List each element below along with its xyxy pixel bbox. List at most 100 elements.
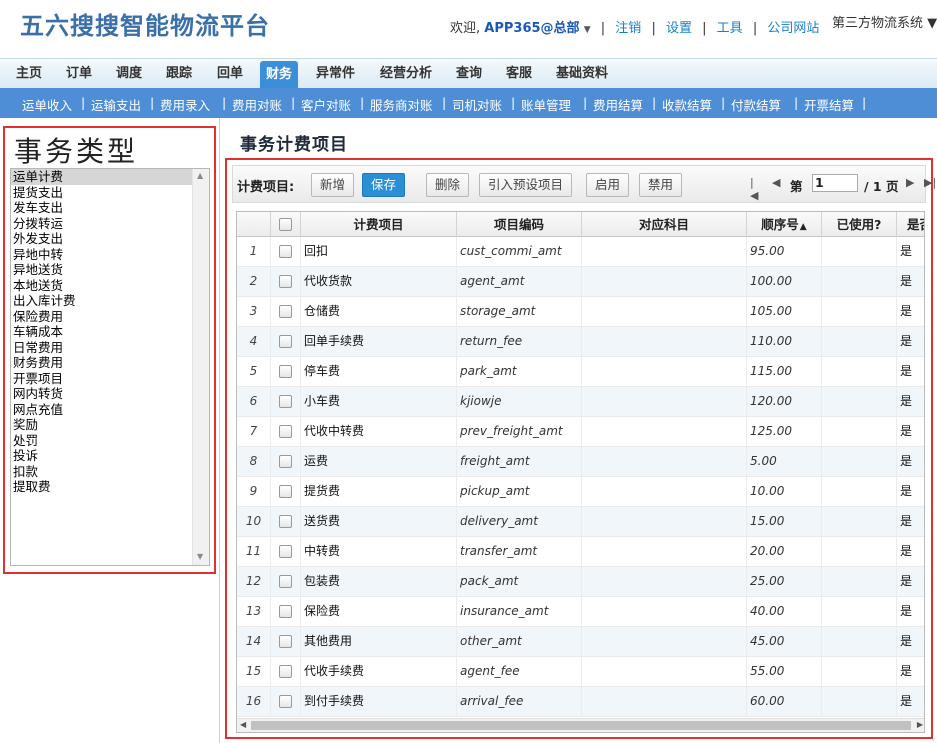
cell-enabled[interactable]: 是 xyxy=(897,567,924,597)
cell-item-code[interactable]: park_amt xyxy=(457,357,582,387)
prev-page-icon[interactable]: ◀ xyxy=(772,176,780,189)
cell-item-code[interactable]: pack_amt xyxy=(457,567,582,597)
cell-billing-item[interactable]: 停车费 xyxy=(301,357,457,387)
cell-account[interactable] xyxy=(582,627,747,657)
list-item[interactable]: 提取费 xyxy=(11,479,209,495)
nav-item[interactable]: 主页 xyxy=(16,59,42,89)
table-row[interactable]: 8 运费 freight_amt 5.00 是 xyxy=(237,447,924,477)
list-item[interactable]: 开票项目 xyxy=(11,371,209,387)
scroll-right-icon[interactable]: ▶ xyxy=(917,720,923,729)
cell-account[interactable] xyxy=(582,597,747,627)
scroll-left-icon[interactable]: ◀ xyxy=(240,720,246,729)
cell-order[interactable]: 45.00 xyxy=(747,627,822,657)
row-select[interactable] xyxy=(271,267,301,297)
delete-button[interactable]: 删除 xyxy=(426,173,470,197)
subnav-item[interactable]: 运输支出 xyxy=(91,95,141,114)
row-checkbox[interactable] xyxy=(279,695,292,708)
header-enabled[interactable]: 是否 xyxy=(897,212,924,237)
nav-item[interactable]: 跟踪 xyxy=(166,59,192,89)
table-row[interactable]: 3 仓储费 storage_amt 105.00 是 xyxy=(237,297,924,327)
header-account[interactable]: 对应科目 xyxy=(582,212,747,237)
cell-billing-item[interactable]: 其他费用 xyxy=(301,627,457,657)
cell-order[interactable]: 40.00 xyxy=(747,597,822,627)
cell-enabled[interactable]: 是 xyxy=(897,537,924,567)
cell-used[interactable] xyxy=(822,657,897,687)
caret-down-icon[interactable]: ▼ xyxy=(584,25,591,35)
table-row[interactable]: 10 送货费 delivery_amt 15.00 是 xyxy=(237,507,924,537)
cell-used[interactable] xyxy=(822,297,897,327)
row-select[interactable] xyxy=(271,477,301,507)
cell-billing-item[interactable]: 保险费 xyxy=(301,597,457,627)
row-select[interactable] xyxy=(271,687,301,717)
table-row[interactable]: 16 到付手续费 arrival_fee 60.00 是 xyxy=(237,687,924,717)
list-item[interactable]: 本地送货 xyxy=(11,278,209,294)
cell-item-code[interactable]: kjiowje xyxy=(457,387,582,417)
cell-used[interactable] xyxy=(822,267,897,297)
cell-item-code[interactable]: storage_amt xyxy=(457,297,582,327)
list-item[interactable]: 车辆成本 xyxy=(11,324,209,340)
save-button[interactable]: 保存 xyxy=(362,173,406,197)
scroll-up-icon[interactable]: ▲ xyxy=(197,171,203,180)
scroll-down-icon[interactable]: ▼ xyxy=(197,552,203,561)
cell-item-code[interactable]: insurance_amt xyxy=(457,597,582,627)
cell-enabled[interactable]: 是 xyxy=(897,597,924,627)
cell-order[interactable]: 10.00 xyxy=(747,477,822,507)
row-checkbox[interactable] xyxy=(279,665,292,678)
row-checkbox[interactable] xyxy=(279,455,292,468)
cell-enabled[interactable]: 是 xyxy=(897,507,924,537)
row-select[interactable] xyxy=(271,597,301,627)
cell-order[interactable]: 105.00 xyxy=(747,297,822,327)
cell-item-code[interactable]: delivery_amt xyxy=(457,507,582,537)
cell-billing-item[interactable]: 包装费 xyxy=(301,567,457,597)
cell-account[interactable] xyxy=(582,237,747,267)
cell-order[interactable]: 110.00 xyxy=(747,327,822,357)
cell-item-code[interactable]: return_fee xyxy=(457,327,582,357)
header-item-code[interactable]: 项目编码 xyxy=(457,212,582,237)
row-select[interactable] xyxy=(271,237,301,267)
nav-item[interactable]: 异常件 xyxy=(316,59,355,89)
cell-used[interactable] xyxy=(822,477,897,507)
cell-used[interactable] xyxy=(822,687,897,717)
subnav-item[interactable]: 客户对账 xyxy=(301,95,351,114)
user-menu[interactable]: APP365@总部 xyxy=(484,21,579,36)
table-row[interactable]: 9 提货费 pickup_amt 10.00 是 xyxy=(237,477,924,507)
cell-account[interactable] xyxy=(582,327,747,357)
list-item[interactable]: 财务费用 xyxy=(11,355,209,371)
cell-billing-item[interactable]: 仓储费 xyxy=(301,297,457,327)
cell-order[interactable]: 95.00 xyxy=(747,237,822,267)
row-select[interactable] xyxy=(271,327,301,357)
subnav-item[interactable]: 费用结算 xyxy=(593,95,643,114)
header-select-all[interactable] xyxy=(271,212,301,237)
list-item[interactable]: 提货支出 xyxy=(11,185,209,201)
header-billing-item[interactable]: 计费项目 xyxy=(301,212,457,237)
transaction-type-list[interactable]: 运单计费 提货支出 发车支出 分拨转运 外发支出 异地中转 异地送货 本地送货 出入库计费 保险费… xyxy=(10,168,210,566)
table-row[interactable]: 11 中转费 transfer_amt 20.00 是 xyxy=(237,537,924,567)
row-checkbox[interactable] xyxy=(279,305,292,318)
cell-used[interactable] xyxy=(822,507,897,537)
scroll-thumb[interactable] xyxy=(251,721,911,730)
cell-order[interactable]: 5.00 xyxy=(747,447,822,477)
cell-account[interactable] xyxy=(582,657,747,687)
import-preset-button[interactable]: 引入预设项目 xyxy=(479,173,573,197)
list-scrollbar[interactable]: ▲ ▼ xyxy=(192,169,209,565)
cell-order[interactable]: 60.00 xyxy=(747,687,822,717)
cell-enabled[interactable]: 是 xyxy=(897,267,924,297)
row-select[interactable] xyxy=(271,567,301,597)
cell-order[interactable]: 25.00 xyxy=(747,567,822,597)
list-item[interactable]: 外发支出 xyxy=(11,231,209,247)
cell-account[interactable] xyxy=(582,687,747,717)
table-row[interactable]: 15 代收手续费 agent_fee 55.00 是 xyxy=(237,657,924,687)
subnav-item[interactable]: 开票结算 xyxy=(804,95,854,114)
cell-item-code[interactable]: transfer_amt xyxy=(457,537,582,567)
cell-billing-item[interactable]: 回单手续费 xyxy=(301,327,457,357)
table-row[interactable]: 4 回单手续费 return_fee 110.00 是 xyxy=(237,327,924,357)
list-item[interactable]: 网点充值 xyxy=(11,402,209,418)
cell-account[interactable] xyxy=(582,357,747,387)
cell-enabled[interactable]: 是 xyxy=(897,357,924,387)
cell-enabled[interactable]: 是 xyxy=(897,327,924,357)
row-checkbox[interactable] xyxy=(279,365,292,378)
cell-order[interactable]: 15.00 xyxy=(747,507,822,537)
next-page-icon[interactable]: ▶ xyxy=(906,176,914,189)
list-item[interactable]: 异地中转 xyxy=(11,247,209,263)
subnav-item[interactable]: 费用对账 xyxy=(232,95,282,114)
